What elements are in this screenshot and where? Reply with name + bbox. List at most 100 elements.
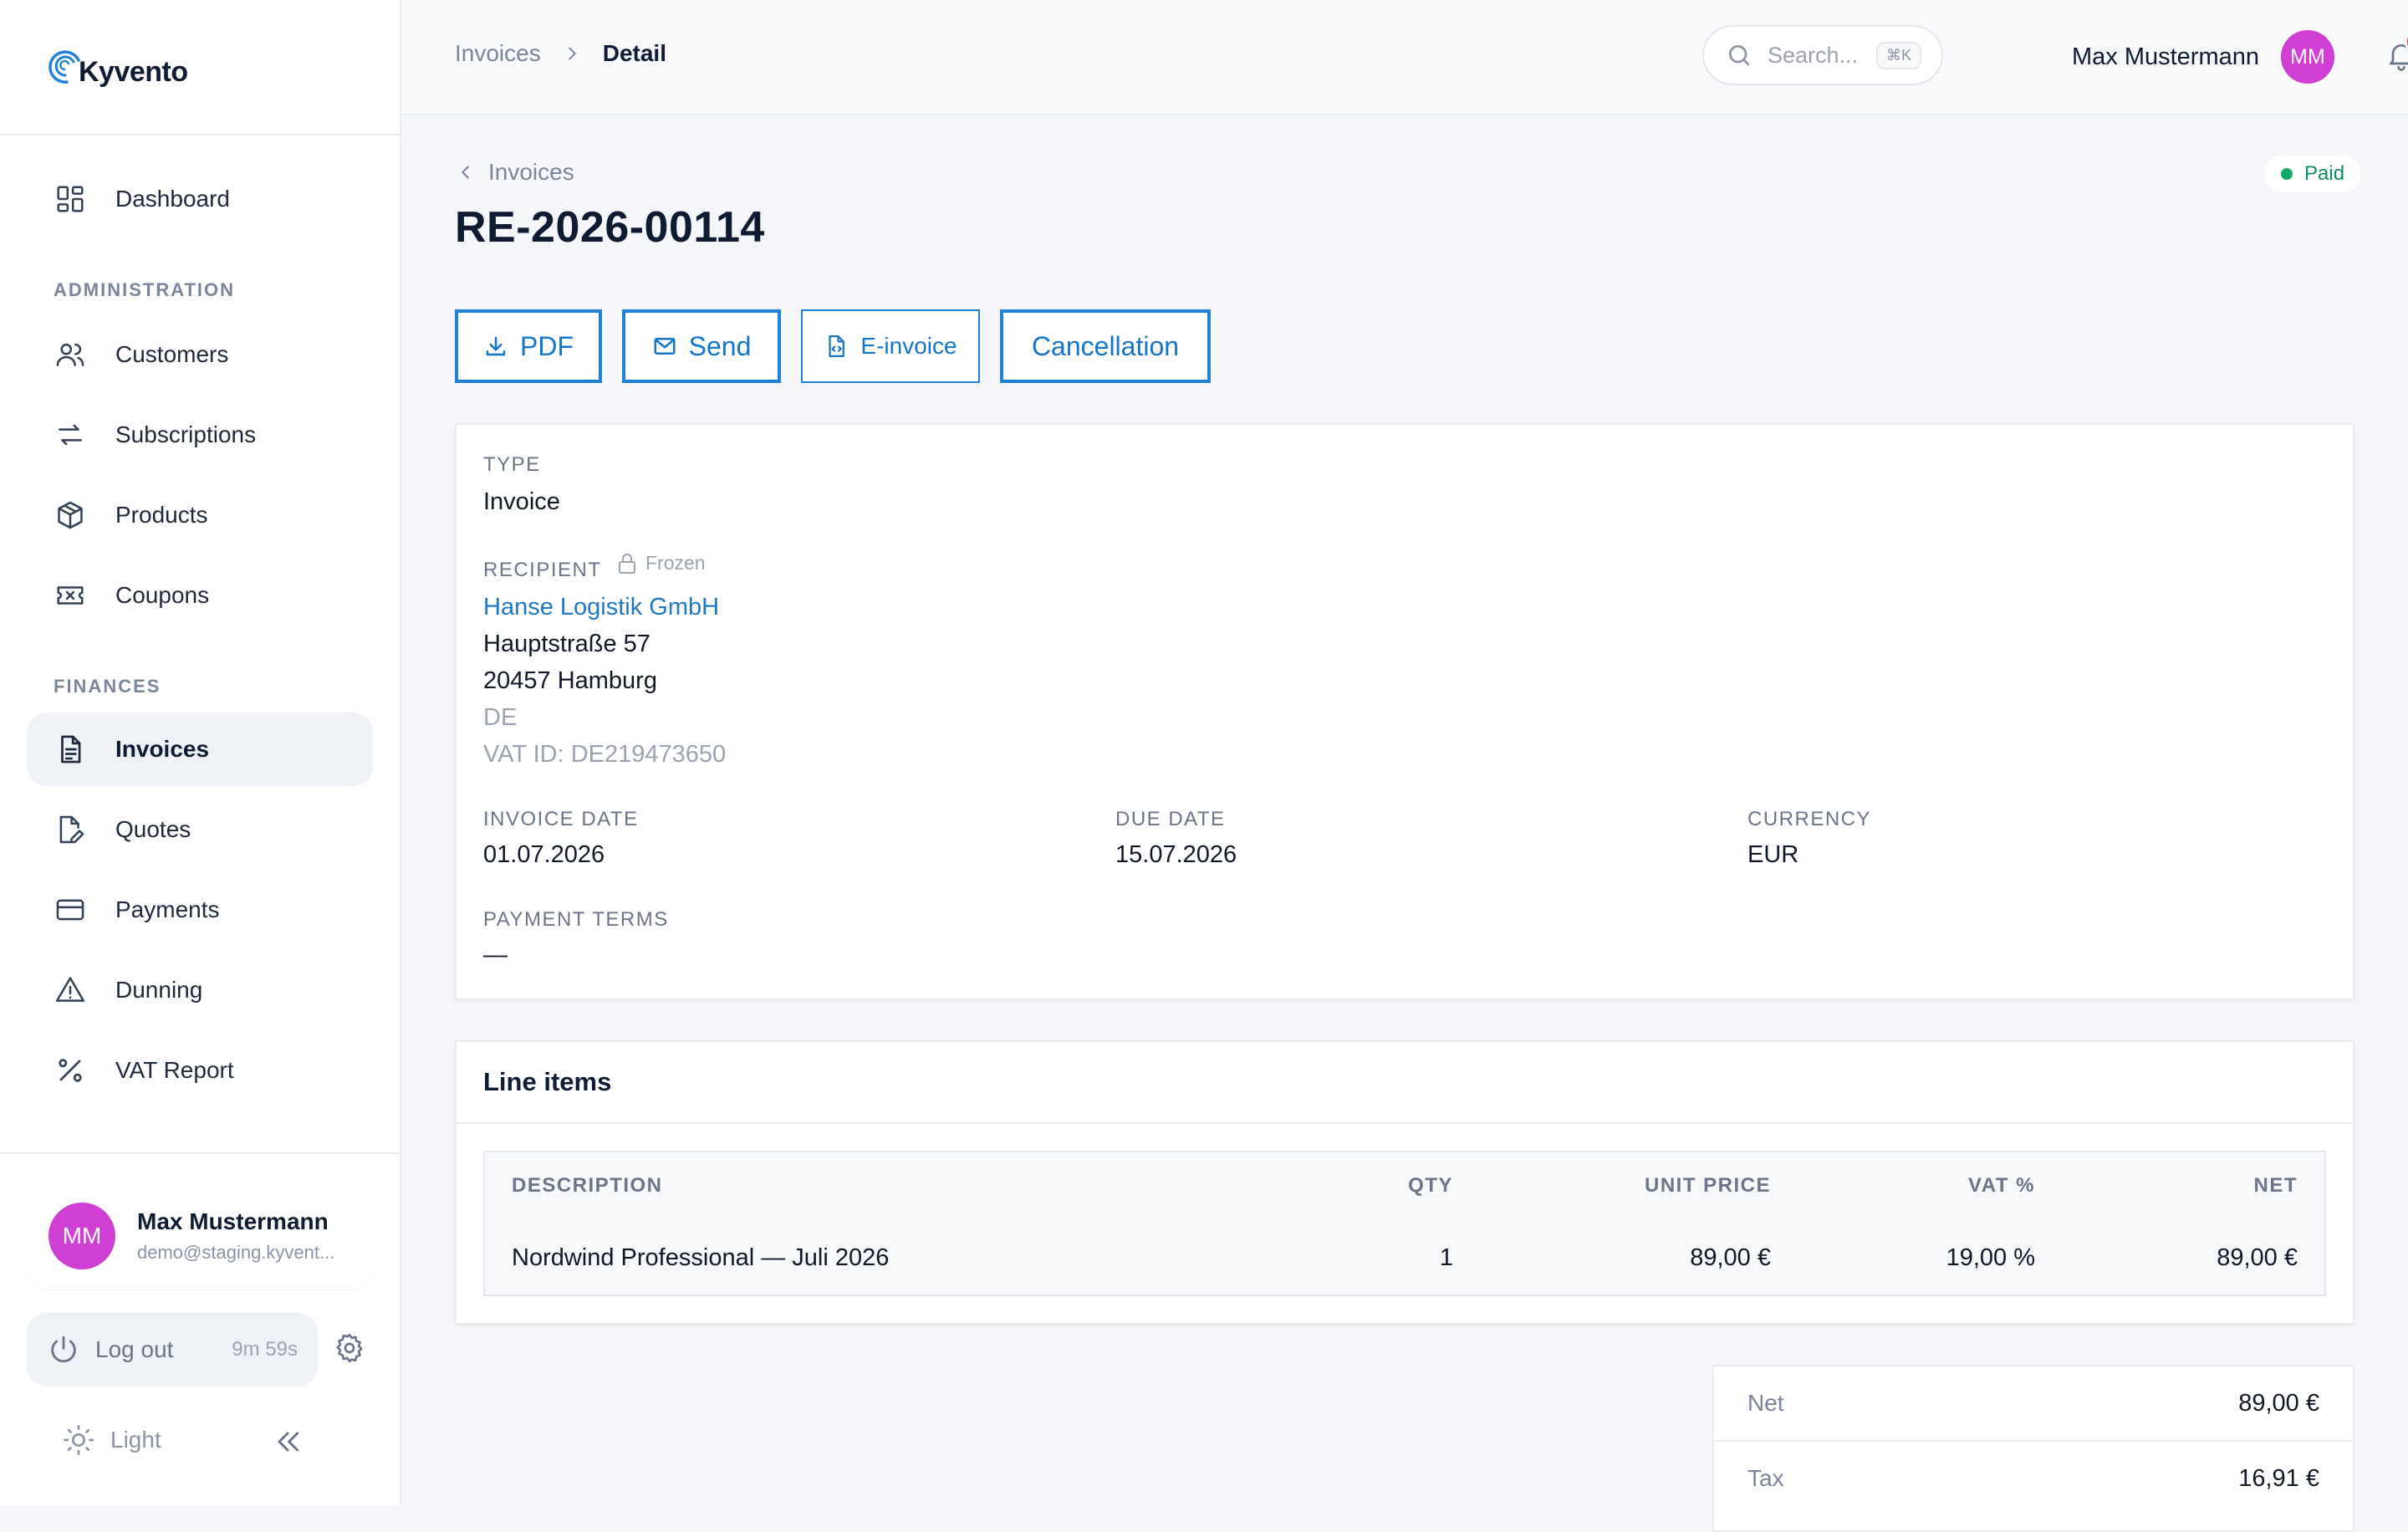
warning-triangle-icon: [54, 973, 87, 1007]
col-vat: VAT %: [1968, 1174, 2035, 1197]
sidebar-item-label: Products: [115, 502, 208, 528]
brand-logo[interactable]: Kyvento: [45, 43, 188, 90]
cell-description: Nordwind Professional — Juli 2026: [512, 1244, 890, 1271]
recipient-street: Hauptstraße 57: [483, 631, 650, 657]
line-items-heading: Line items: [483, 1067, 612, 1096]
percent-icon: [54, 1054, 87, 1087]
invoice-details-card: TYPE Invoice RECIPIENT Frozen Hanse Logi…: [455, 423, 2354, 1000]
table-row[interactable]: Nordwind Professional — Juli 2026 1 89,0…: [485, 1221, 2324, 1295]
recipient-vat-id: VAT ID: DE219473650: [483, 741, 727, 768]
theme-toggle[interactable]: Light: [62, 1423, 161, 1457]
chevron-right-icon: [568, 47, 576, 60]
sidebar-item-label: Coupons: [115, 582, 210, 608]
payment-terms-value: —: [483, 942, 508, 968]
sidebar-item-label: Payments: [115, 896, 220, 922]
sidebar-item-payments[interactable]: Payments: [27, 873, 373, 947]
recipient-name-link[interactable]: Hanse Logistik GmbH: [483, 594, 719, 621]
back-label: Invoices: [488, 159, 574, 185]
col-description: DESCRIPTION: [512, 1174, 663, 1197]
credit-card-icon: [54, 893, 87, 927]
breadcrumb-current: Detail: [602, 40, 666, 66]
einvoice-button-label: E-invoice: [860, 333, 957, 359]
back-to-invoices-link[interactable]: Invoices: [457, 159, 574, 186]
sidebar-item-label: Dashboard: [115, 186, 230, 212]
user-name: Max Mustermann: [137, 1208, 329, 1234]
file-text-icon: [54, 733, 87, 766]
sidebar-divider: [0, 134, 400, 135]
einvoice-button[interactable]: E-invoice: [801, 309, 980, 383]
col-qty: QTY: [1408, 1174, 1453, 1197]
breadcrumb-invoices[interactable]: Invoices: [455, 40, 541, 67]
cell-qty: 1: [1439, 1244, 1453, 1271]
download-icon: [486, 336, 506, 356]
currency-label: CURRENCY: [1747, 808, 1872, 830]
currency-value: EUR: [1747, 841, 1799, 868]
sidebar-item-label: Subscriptions: [115, 421, 257, 447]
power-icon: [51, 1335, 76, 1363]
brand-name: Kyvento: [79, 55, 188, 88]
tax-value: 16,91 €: [2238, 1465, 2319, 1492]
logout-button[interactable]: Log out 9m 59s: [27, 1313, 318, 1386]
net-value: 89,00 €: [2238, 1390, 2319, 1417]
cancellation-button[interactable]: Cancellation: [1000, 309, 1211, 383]
frozen-indicator: Frozen: [617, 552, 706, 574]
totals-row-tax: Tax 16,91 €: [1714, 1442, 2353, 1517]
send-button-label: Send: [688, 330, 752, 361]
sidebar-item-quotes[interactable]: Quotes: [27, 793, 373, 866]
recipient-city: 20457 Hamburg: [483, 667, 657, 694]
due-date-label: DUE DATE: [1115, 808, 1226, 830]
sidebar-item-products[interactable]: Products: [27, 478, 373, 552]
app-root: Kyvento Dashboard ADMINISTRATION Custome…: [0, 0, 2408, 1532]
sidebar-item-dashboard[interactable]: Dashboard: [27, 162, 373, 236]
line-items-table: DESCRIPTION QTY UNIT PRICE VAT % NET Nor…: [483, 1151, 2326, 1296]
file-code-icon: [829, 335, 845, 357]
sun-icon: [64, 1425, 94, 1455]
sidebar-item-label: VAT Report: [115, 1057, 234, 1083]
invoice-date-label: INVOICE DATE: [483, 808, 639, 830]
repeat-icon: [54, 418, 87, 452]
cell-unit-price: 89,00 €: [1690, 1244, 1771, 1271]
cell-vat: 19,00 %: [1946, 1244, 2035, 1271]
ticket-icon: [54, 579, 87, 612]
dashboard-icon: [54, 182, 87, 216]
sidebar-item-coupons[interactable]: Coupons: [27, 559, 373, 632]
user-info: Max Mustermann demo@staging.kyvent...: [137, 1208, 334, 1264]
file-edit-icon: [54, 813, 87, 846]
cancellation-button-label: Cancellation: [1031, 330, 1180, 361]
frozen-label: Frozen: [645, 552, 706, 574]
recipient-country: DE: [483, 704, 518, 731]
status-text: Paid: [2304, 162, 2345, 185]
notifications-button[interactable]: 4: [2385, 27, 2408, 75]
sidebar-item-dunning[interactable]: Dunning: [27, 953, 373, 1027]
section-finances: FINANCES: [54, 676, 161, 697]
sidebar-item-customers[interactable]: Customers: [27, 318, 373, 391]
pdf-button-label: PDF: [520, 330, 574, 361]
col-net: NET: [2253, 1174, 2298, 1197]
sidebar-divider: [0, 1152, 400, 1154]
sidebar: Kyvento Dashboard ADMINISTRATION Custome…: [0, 0, 401, 1505]
totals-card: Net 89,00 € Tax 16,91 €: [1712, 1365, 2354, 1532]
user-menu[interactable]: Max Mustermann MM: [2072, 30, 2334, 84]
sidebar-item-invoices[interactable]: Invoices: [27, 712, 373, 786]
recipient-label: RECIPIENT: [483, 559, 602, 581]
type-value: Invoice: [483, 488, 560, 515]
search-input[interactable]: Search... ⌘K: [1702, 25, 1943, 85]
table-header-row: DESCRIPTION QTY UNIT PRICE VAT % NET: [485, 1152, 2324, 1223]
invoice-actions: PDF Send E-invoice Cancellation: [455, 309, 1231, 383]
search-icon: [1729, 45, 1749, 65]
payment-terms-label: PAYMENT TERMS: [483, 908, 669, 931]
sidebar-item-vat-report[interactable]: VAT Report: [27, 1034, 373, 1107]
col-unit-price: UNIT PRICE: [1644, 1174, 1771, 1197]
sidebar-item-subscriptions[interactable]: Subscriptions: [27, 398, 373, 472]
status-dot: [2281, 168, 2293, 180]
chevrons-left-icon[interactable]: [271, 1425, 304, 1458]
sidebar-user-card[interactable]: MM Max Mustermann demo@staging.kyvent...: [27, 1182, 373, 1289]
session-timer: 9m 59s: [232, 1338, 298, 1361]
breadcrumb: Invoices Detail: [455, 40, 666, 67]
lock-icon: [619, 553, 635, 574]
invoice-date-value: 01.07.2026: [483, 841, 605, 868]
pdf-button[interactable]: PDF: [455, 309, 602, 383]
logout-label: Log out: [95, 1336, 174, 1362]
gear-icon[interactable]: [333, 1331, 366, 1365]
send-button[interactable]: Send: [622, 309, 781, 383]
